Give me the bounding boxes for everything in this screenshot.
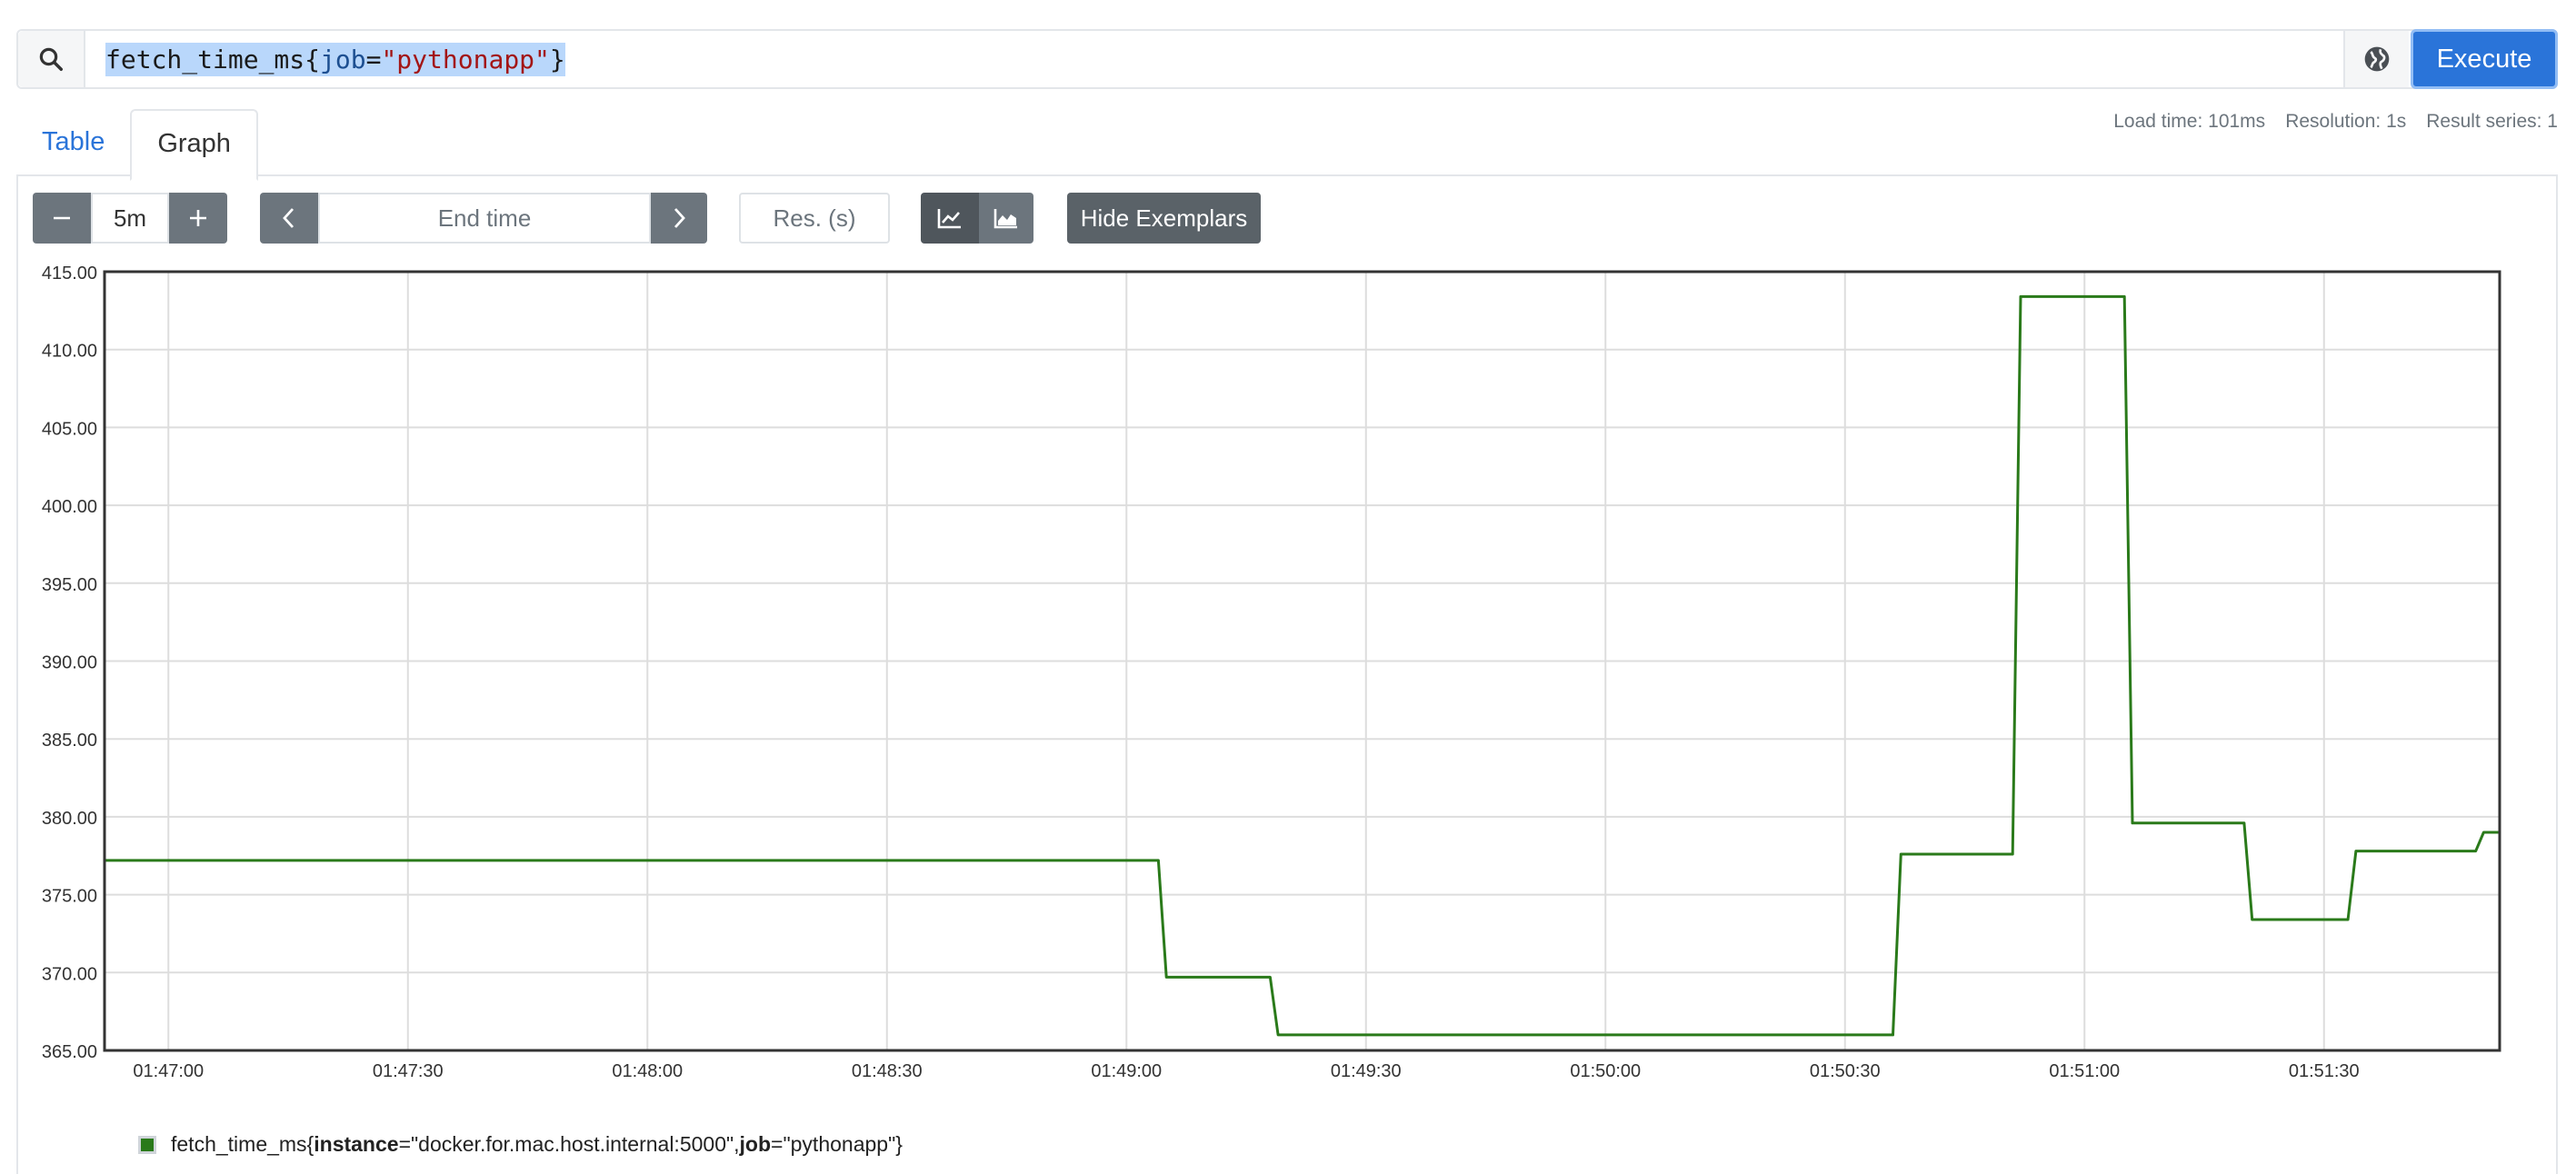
x-tick-label: 01:49:00 <box>1091 1061 1162 1081</box>
x-tick-label: 01:51:00 <box>2049 1061 2120 1081</box>
y-tick-label: 380.00 <box>42 809 97 829</box>
x-tick-label: 01:51:30 <box>2289 1061 2360 1081</box>
legend-label-job-value: ="pythonapp"} <box>771 1132 903 1156</box>
legend-label-instance-key: instance <box>314 1132 399 1156</box>
y-tick-label: 370.00 <box>42 964 97 984</box>
x-tick-label: 01:50:00 <box>1570 1061 1641 1081</box>
x-tick-label: 01:47:30 <box>373 1061 444 1081</box>
x-tick-label: 01:49:30 <box>1331 1061 1402 1081</box>
legend-metric: fetch_time_ms{ <box>171 1132 315 1156</box>
chart-legend[interactable]: fetch_time_ms{instance ="docker.for.mac.h… <box>138 1132 903 1157</box>
y-tick-label: 405.00 <box>42 419 97 439</box>
y-tick-label: 400.00 <box>42 497 97 517</box>
y-tick-label: 390.00 <box>42 653 97 673</box>
y-tick-label: 395.00 <box>42 575 97 595</box>
y-tick-label: 410.00 <box>42 342 97 362</box>
x-tick-label: 01:48:30 <box>852 1061 923 1081</box>
time-series-chart: 415.00 410.00 405.00 400.00 395.00 390.00 385.… <box>42 264 2501 1081</box>
tab-graph[interactable]: Graph <box>130 109 258 181</box>
series-line <box>105 294 2500 1037</box>
x-tick-label: 01:47:00 <box>133 1061 204 1081</box>
y-tick-label: 415.00 <box>42 264 97 284</box>
x-tick-label: 01:48:00 <box>612 1061 683 1081</box>
y-tick-label: 375.00 <box>42 887 97 907</box>
x-tick-label: 01:50:30 <box>1810 1061 1881 1081</box>
legend-label-job-key: job <box>739 1132 772 1156</box>
legend-swatch <box>138 1135 156 1154</box>
y-tick-label: 385.00 <box>42 731 97 751</box>
legend-label-instance-value: ="docker.for.mac.host.internal:5000", <box>398 1132 740 1156</box>
y-tick-label: 365.00 <box>42 1042 97 1062</box>
